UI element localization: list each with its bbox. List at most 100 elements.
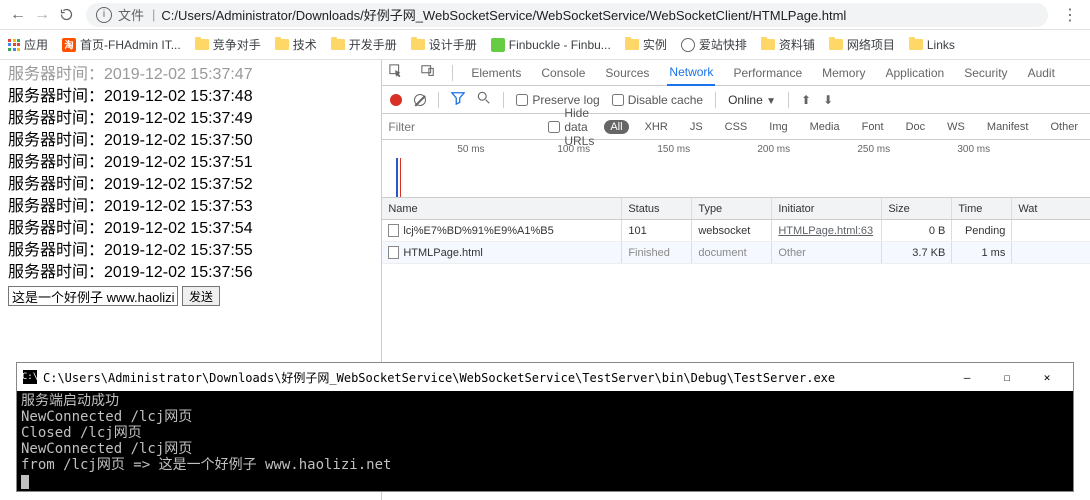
bookmark-item[interactable]: Links xyxy=(909,38,955,52)
taobao-icon: 淘 xyxy=(62,38,76,52)
filter-input[interactable] xyxy=(388,120,538,134)
console-output: 服务端启动成功 NewConnected /lcj网页 Closed /lcj网… xyxy=(17,391,1073,491)
filter-media[interactable]: Media xyxy=(804,120,846,134)
apps-button[interactable]: 应用 xyxy=(8,36,48,53)
bookmark-item[interactable]: 技术 xyxy=(275,36,317,53)
tab-performance[interactable]: Performance xyxy=(731,60,804,86)
folder-icon xyxy=(331,39,345,50)
inspect-icon[interactable] xyxy=(388,64,404,81)
filter-manifest[interactable]: Manifest xyxy=(981,120,1035,134)
filter-xhr[interactable]: XHR xyxy=(639,120,674,134)
filter-toggle-icon[interactable] xyxy=(451,91,465,108)
maximize-button[interactable]: ☐ xyxy=(987,363,1027,391)
address-file-label: 文件 xyxy=(118,5,144,24)
tab-audits[interactable]: Audit xyxy=(1026,60,1057,86)
bookmarks-bar: 应用 淘首页-FHAdmin IT... 竞争对手 技术 开发手册 设计手册 F… xyxy=(0,30,1090,60)
console-title-text: C:\Users\Administrator\Downloads\好例子网_We… xyxy=(43,369,835,386)
bookmark-item[interactable]: 竞争对手 xyxy=(195,36,261,53)
back-button[interactable]: ← xyxy=(6,3,30,27)
apps-label: 应用 xyxy=(24,36,48,53)
upload-icon[interactable]: ⬆ xyxy=(801,93,811,107)
filter-img[interactable]: Img xyxy=(763,120,793,134)
close-button[interactable]: ✕ xyxy=(1027,363,1067,391)
network-row[interactable]: lcj%E7%BD%91%E9%A1%B5 101 websocket HTML… xyxy=(382,220,1090,242)
message-input[interactable] xyxy=(8,286,178,306)
info-icon: i xyxy=(96,7,112,23)
download-icon[interactable]: ⬇ xyxy=(823,93,833,107)
server-time-line: 服务器时间：2019-12-02 15:37:47 xyxy=(8,64,373,86)
search-icon[interactable] xyxy=(477,91,491,108)
col-initiator[interactable]: Initiator xyxy=(772,198,882,219)
folder-icon xyxy=(909,39,923,50)
tab-elements[interactable]: Elements xyxy=(469,60,523,86)
disable-cache-checkbox[interactable]: Disable cache xyxy=(612,93,703,107)
folder-icon xyxy=(275,39,289,50)
server-time-line: 服务器时间：2019-12-02 15:37:50 xyxy=(8,130,373,152)
file-icon xyxy=(388,246,399,259)
server-time-line: 服务器时间：2019-12-02 15:37:54 xyxy=(8,218,373,240)
tab-application[interactable]: Application xyxy=(883,60,946,86)
initiator-link[interactable]: HTMLPage.html:63 xyxy=(778,225,873,237)
server-time-line: 服务器时间：2019-12-02 15:37:52 xyxy=(8,174,373,196)
bookmark-item[interactable]: 开发手册 xyxy=(331,36,397,53)
filter-ws[interactable]: WS xyxy=(941,120,971,134)
bookmark-item[interactable]: 设计手册 xyxy=(411,36,477,53)
network-table-header: Name Status Type Initiator Size Time Wat xyxy=(382,198,1090,220)
filter-font[interactable]: Font xyxy=(856,120,890,134)
browser-toolbar: ← → i 文件 | C:/Users/Administrator/Downlo… xyxy=(0,0,1090,30)
filter-doc[interactable]: Doc xyxy=(900,120,932,134)
address-path: C:/Users/Administrator/Downloads/好例子网_We… xyxy=(161,5,846,24)
server-time-line: 服务器时间：2019-12-02 15:37:48 xyxy=(8,86,373,108)
devtools-tab-bar: Elements Console Sources Network Perform… xyxy=(382,60,1090,86)
clear-button[interactable] xyxy=(414,94,426,106)
tab-sources[interactable]: Sources xyxy=(603,60,651,86)
chrome-menu-button[interactable]: ⋮ xyxy=(1056,5,1084,25)
tab-console[interactable]: Console xyxy=(539,60,587,86)
forward-button[interactable]: → xyxy=(30,3,54,27)
col-status[interactable]: Status xyxy=(622,198,692,219)
cmd-icon: C:\ xyxy=(23,370,37,384)
bookmark-item[interactable]: 网络项目 xyxy=(829,36,895,53)
server-time-line: 服务器时间：2019-12-02 15:37:53 xyxy=(8,196,373,218)
bookmark-item[interactable]: 资料铺 xyxy=(761,36,815,53)
filter-other[interactable]: Other xyxy=(1044,120,1084,134)
send-button[interactable]: 发送 xyxy=(182,286,220,306)
file-icon xyxy=(388,224,399,237)
device-icon[interactable] xyxy=(420,64,436,81)
folder-icon xyxy=(411,39,425,50)
tab-security[interactable]: Security xyxy=(962,60,1009,86)
preserve-log-checkbox[interactable]: Preserve log xyxy=(516,93,599,107)
online-dropdown[interactable]: Online ▼ xyxy=(728,93,776,107)
console-titlebar[interactable]: C:\ C:\Users\Administrator\Downloads\好例子… xyxy=(17,363,1073,391)
bookmark-item[interactable]: 实例 xyxy=(625,36,667,53)
finbuckle-icon xyxy=(491,38,505,52)
tab-network[interactable]: Network xyxy=(667,60,715,86)
filter-all[interactable]: All xyxy=(604,120,628,134)
col-time[interactable]: Time xyxy=(952,198,1012,219)
col-type[interactable]: Type xyxy=(692,198,772,219)
record-button[interactable] xyxy=(390,94,402,106)
bookmark-item[interactable]: 爱站快排 xyxy=(681,36,747,53)
address-separator: | xyxy=(152,7,155,22)
col-size[interactable]: Size xyxy=(882,198,952,219)
network-toolbar: Preserve log Disable cache Online ▼ ⬆ ⬇ xyxy=(382,86,1090,114)
tab-memory[interactable]: Memory xyxy=(820,60,867,86)
minimize-button[interactable]: — xyxy=(947,363,987,391)
bookmark-item[interactable]: 淘首页-FHAdmin IT... xyxy=(62,36,181,53)
network-row[interactable]: HTMLPage.html Finished document Other 3.… xyxy=(382,242,1090,264)
filter-js[interactable]: JS xyxy=(684,120,709,134)
reload-button[interactable] xyxy=(54,3,78,27)
folder-icon xyxy=(761,39,775,50)
filter-css[interactable]: CSS xyxy=(719,120,754,134)
server-time-line: 服务器时间：2019-12-02 15:37:55 xyxy=(8,240,373,262)
apps-icon xyxy=(8,39,20,51)
folder-icon xyxy=(195,39,209,50)
bookmark-item[interactable]: Finbuckle - Finbu... xyxy=(491,38,611,52)
cursor xyxy=(21,475,29,489)
col-name[interactable]: Name xyxy=(382,198,622,219)
address-bar[interactable]: i 文件 | C:/Users/Administrator/Downloads/… xyxy=(86,3,1048,27)
network-timeline[interactable]: 50 ms 100 ms 150 ms 200 ms 250 ms 300 ms xyxy=(382,140,1090,198)
globe-icon xyxy=(681,38,695,52)
console-window: C:\ C:\Users\Administrator\Downloads\好例子… xyxy=(16,362,1074,492)
col-waterfall[interactable]: Wat xyxy=(1012,198,1090,219)
